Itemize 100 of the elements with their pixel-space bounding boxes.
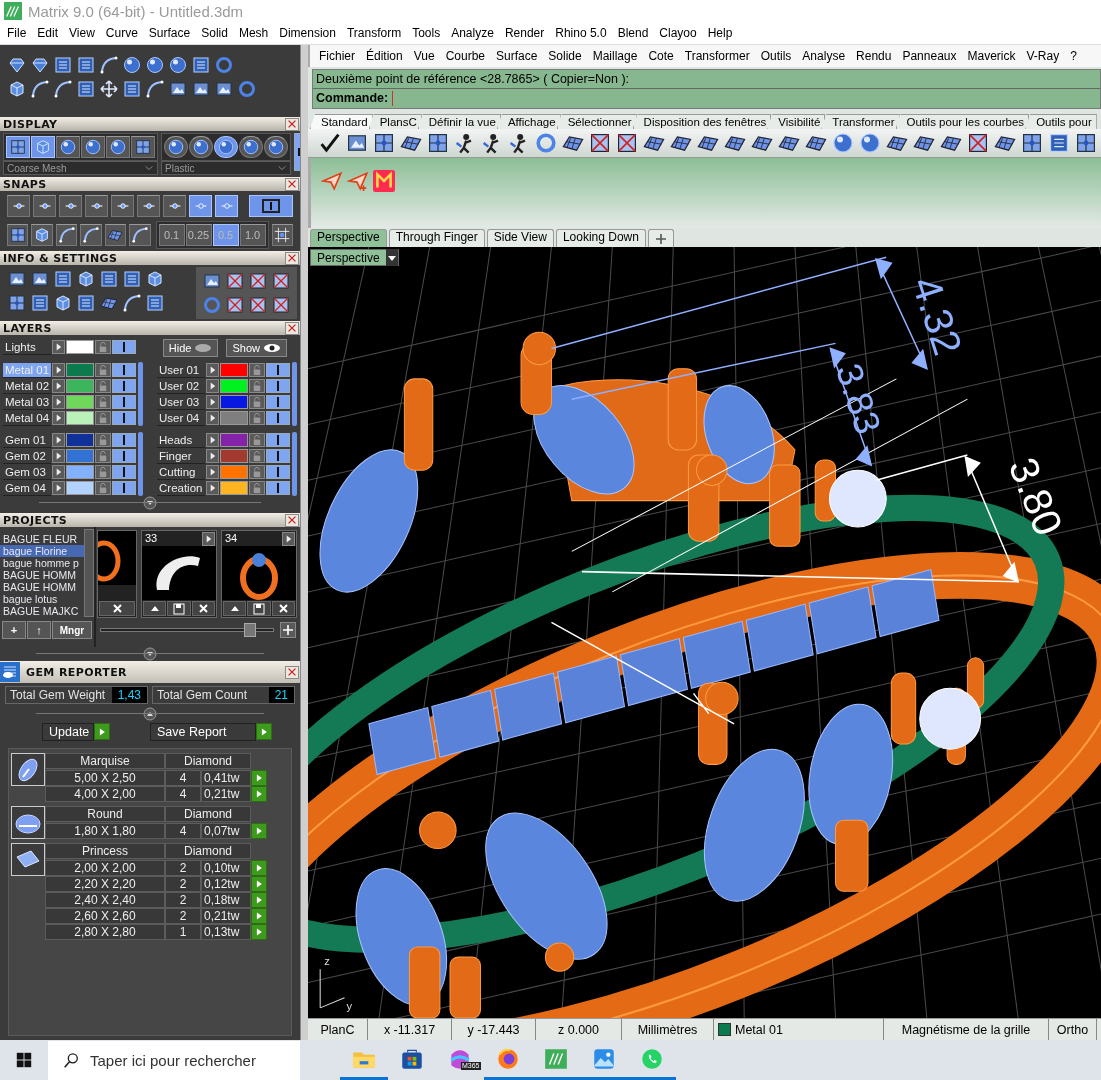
visibility-toggle[interactable] [112, 411, 136, 425]
update-button[interactable]: Update [42, 723, 94, 741]
grid-icon[interactable] [372, 131, 396, 155]
menu-item[interactable]: Transformer [678, 49, 755, 63]
snap-button[interactable] [31, 224, 53, 246]
menu-item[interactable]: Solid [196, 26, 234, 40]
delete-button[interactable] [99, 601, 135, 616]
document-icon[interactable] [76, 79, 96, 99]
close-button[interactable] [285, 117, 299, 131]
close-button[interactable] [285, 177, 299, 191]
menu-item[interactable]: Vue [407, 49, 440, 63]
expand-button[interactable] [206, 379, 219, 393]
add-tab-button[interactable] [647, 229, 674, 247]
expand-button[interactable] [52, 395, 65, 409]
layer-name[interactable]: Lights [3, 339, 51, 355]
play-button[interactable] [256, 723, 272, 740]
slider-thumb[interactable] [243, 623, 256, 637]
snap-button[interactable] [7, 224, 29, 246]
material-button[interactable] [264, 136, 288, 158]
expand-button[interactable] [52, 433, 65, 447]
crossed-frame-icon[interactable] [225, 271, 245, 291]
picture-icon[interactable] [202, 271, 222, 291]
material-dropdown[interactable]: Plastic [161, 161, 291, 175]
menu-item[interactable]: Édition [360, 49, 408, 63]
toolbar-tab[interactable]: Outils pour [1025, 114, 1097, 129]
crossed-frame-icon[interactable] [615, 131, 639, 155]
hide-button[interactable]: Hide [162, 339, 219, 357]
delete-button[interactable] [271, 601, 295, 616]
menu-item[interactable]: Mesh [233, 26, 275, 40]
menu-item[interactable]: Rhino 5.0 [550, 26, 613, 40]
layer-color-swatch[interactable] [66, 449, 94, 463]
layer-color-swatch[interactable] [220, 481, 248, 495]
play-button[interactable] [251, 924, 267, 940]
visibility-toggle[interactable] [112, 465, 136, 479]
document-icon[interactable] [76, 55, 96, 75]
menu-item[interactable]: Cote [642, 49, 679, 63]
expand-button[interactable] [52, 481, 65, 495]
visibility-toggle[interactable] [266, 481, 290, 495]
project-item[interactable]: BAGUE HOMM [0, 569, 84, 581]
shading-mode-button[interactable] [6, 136, 30, 158]
grid-snap-button[interactable] [271, 224, 293, 246]
document-icon[interactable] [122, 269, 142, 289]
check-icon[interactable] [318, 131, 342, 155]
play-button[interactable] [251, 769, 267, 786]
cube-icon[interactable] [145, 269, 165, 289]
picture-icon[interactable] [30, 269, 50, 289]
sphere-icon[interactable] [168, 55, 188, 75]
play-button[interactable] [251, 908, 267, 924]
menu-item[interactable]: Dimension [274, 26, 342, 40]
visibility-toggle[interactable] [112, 363, 136, 377]
expand-button[interactable] [206, 363, 219, 377]
menu-item[interactable]: Tools [407, 26, 447, 40]
material-button[interactable] [239, 136, 263, 158]
play-button[interactable] [251, 786, 267, 802]
document-icon[interactable] [53, 269, 73, 289]
grid-increment-button[interactable]: 0.25 [185, 224, 212, 246]
expand-button[interactable] [52, 411, 65, 425]
toolbar-tab[interactable]: Standard [310, 114, 373, 129]
visibility-toggle[interactable] [266, 395, 290, 409]
snap-button[interactable] [85, 195, 108, 217]
menu-item[interactable]: Clayoo [654, 26, 703, 40]
visibility-toggle[interactable] [112, 379, 136, 393]
snap-button[interactable] [59, 195, 82, 217]
material-button[interactable] [164, 136, 188, 158]
project-item[interactable]: BAGUE MAJKC [0, 605, 84, 617]
menu-item[interactable]: Help [702, 26, 739, 40]
visibility-toggle[interactable] [112, 395, 136, 409]
grid-icon[interactable] [1020, 131, 1044, 155]
command-field[interactable]: Commande: [313, 89, 1100, 108]
toolbar-tab[interactable]: Transformer [821, 114, 900, 129]
viewport-label-button[interactable]: Perspective [310, 249, 399, 266]
curve-icon[interactable] [30, 79, 50, 99]
menu-item[interactable]: Analyze [446, 26, 500, 40]
visibility-toggle[interactable] [266, 363, 290, 377]
layer-name[interactable]: Metal 02 [3, 378, 51, 394]
curve-icon[interactable] [99, 55, 119, 75]
toolbar-tab[interactable]: Outils pour les courbes [895, 114, 1030, 129]
save-button[interactable] [247, 601, 271, 616]
curve-icon[interactable] [145, 79, 165, 99]
close-button[interactable] [285, 251, 299, 265]
menu-item[interactable]: Rendu [850, 49, 897, 63]
caret-icon[interactable] [386, 253, 397, 262]
paper-plane-icon[interactable] [347, 170, 369, 192]
picture-icon[interactable] [7, 269, 27, 289]
layer-color-swatch[interactable] [220, 411, 248, 425]
layer-name[interactable]: User 01 [157, 362, 205, 378]
expand-button[interactable] [206, 481, 219, 495]
snap-button[interactable] [104, 224, 127, 246]
toolbar-tab[interactable]: Visibilité [767, 114, 826, 129]
visibility-toggle[interactable] [112, 433, 136, 447]
paper-plane-icon[interactable] [321, 170, 343, 192]
collapse-handle-icon[interactable] [143, 707, 157, 721]
layer-name[interactable]: User 04 [157, 410, 205, 426]
layer-color-swatch[interactable] [220, 465, 248, 479]
curve-icon[interactable] [122, 293, 142, 313]
visibility-toggle[interactable] [112, 449, 136, 463]
project-item[interactable]: bague lotus [0, 593, 84, 605]
up-button[interactable] [223, 601, 247, 616]
scroll-bar[interactable] [292, 362, 297, 426]
add-button[interactable] [280, 622, 296, 638]
